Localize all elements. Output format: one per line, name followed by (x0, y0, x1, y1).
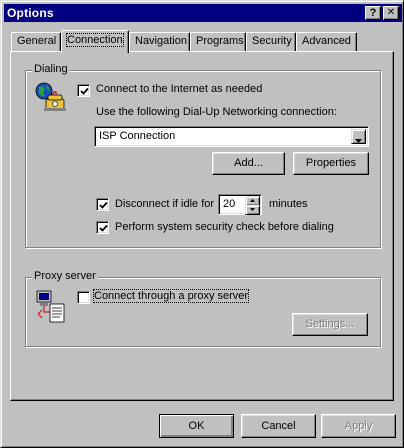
dropdown-arrow-button[interactable] (351, 129, 366, 144)
apply-button[interactable]: Apply (321, 414, 396, 438)
help-button[interactable]: ? (365, 6, 381, 20)
idle-minutes-spinner[interactable]: 20 (218, 194, 262, 215)
minutes-label: minutes (269, 198, 308, 210)
ok-button[interactable]: OK (159, 414, 234, 438)
security-check-checkbox[interactable] (96, 221, 109, 234)
connect-proxy-checkbox[interactable] (77, 291, 90, 304)
tab-connection[interactable]: Connection (61, 30, 129, 53)
disconnect-idle-checkbox[interactable] (96, 198, 109, 211)
window-title: Options (7, 6, 54, 20)
chevron-down-icon (355, 134, 362, 146)
spin-down-button[interactable] (245, 205, 260, 215)
tab-general[interactable]: General (11, 32, 61, 51)
tab-programs[interactable]: Programs (190, 32, 246, 51)
cancel-button[interactable]: Cancel (241, 414, 316, 438)
idle-minutes-value: 20 (223, 198, 236, 210)
connection-panel: Dialing Connect to the Internet as neede… (10, 51, 394, 401)
tab-security[interactable]: Security (246, 32, 296, 51)
network-computer-icon (36, 290, 66, 327)
security-check-label[interactable]: Perform system security check before dia… (115, 221, 334, 233)
title-bar[interactable]: Options ? ✕ (4, 4, 402, 22)
connect-proxy-label[interactable]: Connect through a proxy server (92, 289, 250, 303)
proxy-settings-button[interactable]: Settings... (292, 313, 368, 336)
dialing-group-label: Dialing (32, 63, 70, 75)
options-dialog: Options ? ✕ General Connection Navigatio… (0, 0, 404, 448)
dialup-connection-value: ISP Connection (99, 130, 176, 142)
proxy-group-label: Proxy server (32, 270, 98, 282)
dialup-connection-select[interactable]: ISP Connection (94, 126, 369, 147)
tab-advanced[interactable]: Advanced (296, 32, 357, 51)
use-dialup-label: Use the following Dial-Up Networking con… (96, 106, 337, 118)
connect-as-needed-checkbox[interactable] (77, 84, 90, 97)
add-button[interactable]: Add... (212, 152, 285, 175)
close-button[interactable]: ✕ (383, 6, 399, 20)
tab-navigation[interactable]: Navigation (129, 32, 190, 51)
spin-buttons (245, 196, 260, 215)
connect-as-needed-label[interactable]: Connect to the Internet as needed (96, 83, 262, 95)
phone-globe-icon (34, 81, 68, 116)
tab-connection-label: Connection (66, 33, 124, 47)
disconnect-idle-label[interactable]: Disconnect if idle for (115, 198, 214, 210)
dialing-group: Dialing Connect to the Internet as neede… (25, 63, 381, 248)
proxy-group: Proxy server Connect through a proxy ser… (25, 270, 381, 347)
properties-button[interactable]: Properties (293, 152, 369, 175)
